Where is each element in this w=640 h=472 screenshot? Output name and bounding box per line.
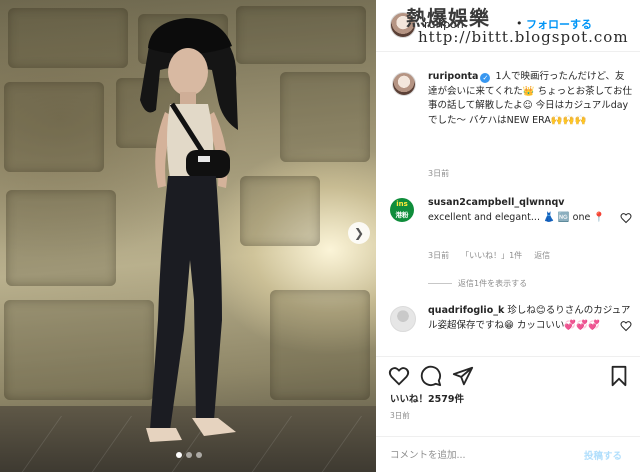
comment-heart-icon[interactable]: [620, 212, 632, 224]
comment-heart-icon[interactable]: [620, 320, 632, 332]
action-bar: いいね！2579件 3日前: [376, 356, 640, 436]
comment-username[interactable]: susan2campbell_qlwnnqv: [428, 197, 564, 208]
carousel-dots: [176, 452, 202, 458]
post-time[interactable]: 3日前: [390, 410, 410, 421]
view-replies-label: 返信1件を表示する: [458, 279, 528, 288]
post-comment-button[interactable]: 投稿する: [584, 448, 622, 462]
like-heart-icon[interactable]: [388, 365, 410, 387]
post-side-panel: ruripon • フォローする ruriponta ✓ 1人で映画行ったんだけど…: [376, 0, 640, 472]
share-paper-plane-icon[interactable]: [452, 365, 474, 387]
carousel-dot: [176, 452, 182, 458]
comment-text: excellent and elegant... 👗 🆖 one 📍: [428, 211, 606, 223]
comment-avatar[interactable]: [390, 306, 416, 332]
comment-bubble-icon[interactable]: [420, 365, 442, 387]
post-photo[interactable]: ❯: [0, 0, 376, 472]
avatar-sublabel: 港粉: [395, 211, 409, 219]
reply-button[interactable]: 返信: [534, 250, 550, 261]
comment-likes[interactable]: 「いいね！」1件: [461, 250, 522, 261]
divider: [428, 283, 452, 284]
comment-meta: 3日前 「いいね！」1件 返信: [428, 250, 550, 261]
caption-avatar[interactable]: [392, 72, 416, 96]
view-replies-button[interactable]: 返信1件を表示する: [428, 278, 527, 289]
caption-username[interactable]: ruriponta: [428, 71, 478, 82]
avatar-label: ins: [396, 200, 408, 208]
bookmark-icon[interactable]: [608, 365, 630, 387]
chevron-right-icon: ❯: [353, 226, 365, 240]
next-slide-button[interactable]: ❯: [348, 222, 370, 244]
add-comment-input[interactable]: [390, 445, 570, 465]
like-count[interactable]: いいね！2579件: [390, 391, 464, 405]
woman-figure: [140, 18, 238, 442]
caption: ruriponta ✓ 1人で映画行ったんだけど、友達が会いに来てくれた👑 ちょっ…: [428, 70, 634, 128]
comment-time[interactable]: 3日前: [428, 250, 449, 261]
comment-username[interactable]: quadrifoglio_k: [428, 305, 504, 316]
comment-item: susan2campbell_qlwnnqv excellent and ele…: [428, 196, 634, 225]
add-comment-bar: 投稿する: [376, 436, 640, 472]
carousel-dot: [186, 452, 192, 458]
watermark-title: 熱爆娛樂: [406, 6, 490, 30]
watermark-url: http://bittt.blogspot.com: [418, 28, 629, 46]
verified-badge-icon: ✓: [480, 73, 491, 83]
caption-time[interactable]: 3日前: [428, 168, 449, 179]
comment-avatar[interactable]: ins 港粉: [390, 198, 414, 222]
comment-item: quadrifoglio_k 珍しね😊るりさんのカジュアル姿超保存ですね😁 カッ…: [428, 304, 634, 333]
carousel-dot: [196, 452, 202, 458]
